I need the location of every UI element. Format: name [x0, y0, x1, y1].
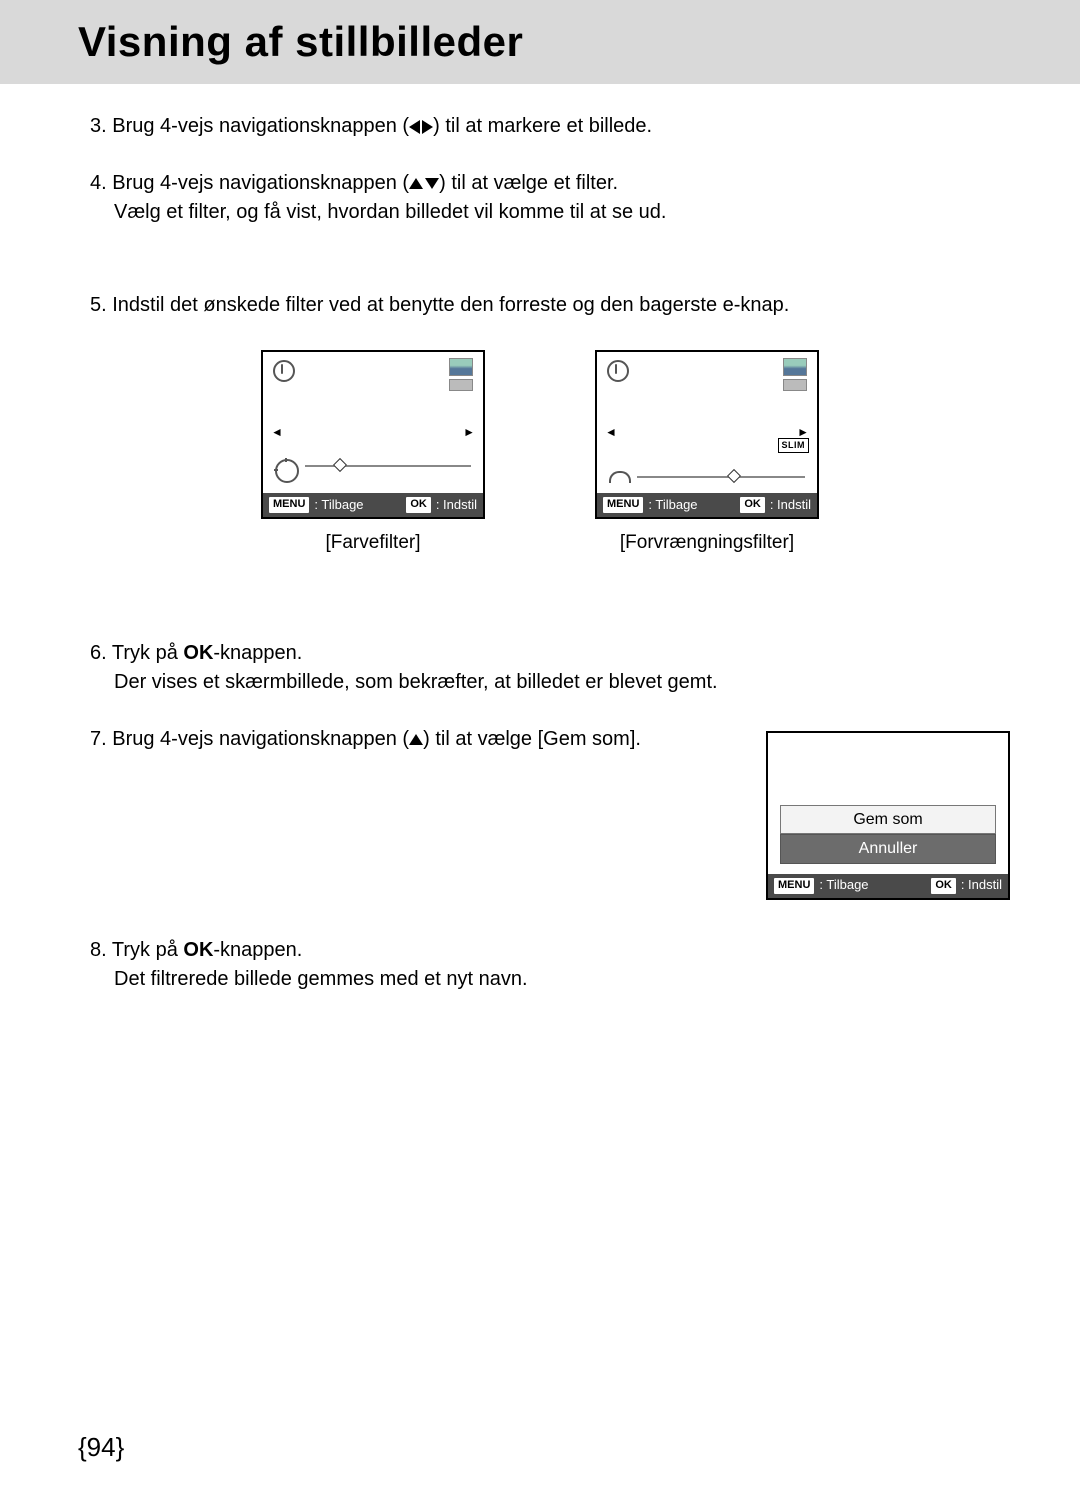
- page-body: 3. Brug 4-vejs navigationsknappen ( ) til…: [0, 112, 1080, 994]
- slim-tag: SLIM: [778, 438, 810, 453]
- up-arrow-icon: [409, 734, 423, 745]
- step-number: 6.: [90, 642, 107, 664]
- thumbnail-strip: [783, 379, 807, 391]
- step-text: Brug 4-vejs navigationsknappen ( ) til at…: [112, 728, 641, 750]
- page-number: {94}: [78, 1432, 124, 1463]
- status-bar: MENU : Tilbage OK : Indstil: [263, 493, 483, 517]
- text-frag: -knappen.: [213, 642, 302, 664]
- step-subtext: Det filtrerede billede gemmes med et nyt…: [114, 965, 990, 994]
- text-frag: Brug 4-vejs navigationsknappen (: [112, 115, 409, 137]
- menu-pill: MENU: [774, 878, 814, 894]
- text-frag: ) til at vælge [Gem som].: [423, 728, 641, 750]
- dial-row: [275, 459, 471, 483]
- step-subtext: Vælg et filter, og få vist, hvordan bill…: [114, 198, 990, 227]
- text-frag: Brug 4-vejs navigationsknappen (: [112, 172, 409, 194]
- text-frag: ) til at vælge et filter.: [439, 172, 618, 194]
- slider-knob: [727, 469, 741, 483]
- ok-pill: OK: [406, 497, 431, 513]
- screen-example-left: ◄ ► MENU : Tilbage OK : Indstil [Farvefi…: [261, 350, 485, 557]
- right-arrow-icon: [422, 120, 433, 134]
- save-screen-block: Gem som Annuller MENU : Tilbage OK : Ind…: [766, 731, 990, 900]
- thumbnail-strip: [449, 379, 473, 391]
- step-text: Brug 4-vejs navigationsknappen ( ) til at…: [112, 115, 652, 137]
- menu-pill: MENU: [269, 497, 309, 513]
- screen-example-right: ◄ ► SLIM MENU : Tilbage OK : Indstil [Fo…: [595, 350, 819, 557]
- step-7: 7. Brug 4-vejs navigationsknappen ( ) til…: [90, 725, 746, 754]
- screen-caption: [Farvefilter]: [261, 529, 485, 557]
- rear-dial-icon: [609, 471, 631, 483]
- slider-track-top: [305, 465, 471, 467]
- slider-knob: [333, 458, 347, 472]
- screen-caption: [Forvrængningsfilter]: [595, 529, 819, 557]
- lens-icon: [607, 360, 629, 382]
- step-number: 5.: [90, 294, 107, 316]
- text-frag: Tryk på: [112, 939, 184, 961]
- lens-icon: [273, 360, 295, 382]
- ok-pill: OK: [931, 878, 956, 894]
- thumbnail-preview: [449, 358, 473, 376]
- front-dial-icon: [275, 459, 299, 483]
- nav-left-icon: ◄: [271, 424, 283, 441]
- thumbnail-preview: [783, 358, 807, 376]
- lcd-screen-save: Gem som Annuller MENU : Tilbage OK : Ind…: [766, 731, 1010, 900]
- menu-label: : Tilbage: [314, 496, 363, 515]
- step-text: Tryk på OK-knappen.: [112, 642, 302, 664]
- step-3: 3. Brug 4-vejs navigationsknappen ( ) til…: [90, 112, 990, 141]
- ok-pill: OK: [740, 497, 765, 513]
- menu-label: : Tilbage: [819, 876, 868, 895]
- text-frag: Tryk på: [112, 642, 184, 664]
- step-number: 8.: [90, 939, 107, 961]
- thumbnails: [449, 358, 473, 391]
- up-arrow-icon: [409, 178, 423, 189]
- cancel-option: Annuller: [780, 834, 996, 863]
- step-4: 4. Brug 4-vejs navigationsknappen ( ) til…: [90, 169, 990, 227]
- thumbnails: [783, 358, 807, 391]
- ok-label: : Indstil: [770, 496, 811, 515]
- step-number: 3.: [90, 115, 107, 137]
- save-options: Gem som Annuller: [780, 805, 996, 863]
- menu-pill: MENU: [603, 497, 643, 513]
- ok-bold: OK: [183, 939, 213, 961]
- step-text: Brug 4-vejs navigationsknappen ( ) til at…: [112, 172, 618, 194]
- step-text: Indstil det ønskede filter ved at benytt…: [112, 294, 789, 316]
- down-arrow-icon: [425, 178, 439, 189]
- ok-bold: OK: [183, 642, 213, 664]
- page-header: Visning af stillbilleder: [0, 0, 1080, 84]
- text-frag: Brug 4-vejs navigationsknappen (: [112, 728, 409, 750]
- step-7-row: 7. Brug 4-vejs navigationsknappen ( ) til…: [90, 725, 990, 900]
- step-text: Tryk på OK-knappen.: [112, 939, 302, 961]
- step-subtext: Der vises et skærmbillede, som bekræfter…: [114, 668, 990, 697]
- dial-row: [609, 471, 805, 483]
- step-5: 5. Indstil det ønskede filter ved at ben…: [90, 291, 990, 320]
- page-title: Visning af stillbilleder: [78, 18, 1080, 66]
- save-as-option: Gem som: [780, 805, 996, 834]
- ok-label: : Indstil: [436, 496, 477, 515]
- step-6: 6. Tryk på OK-knappen. Der vises et skær…: [90, 639, 990, 697]
- ok-label: : Indstil: [961, 876, 1002, 895]
- text-frag: -knappen.: [213, 939, 302, 961]
- slider-track: [637, 476, 805, 478]
- status-bar: MENU : Tilbage OK : Indstil: [768, 874, 1008, 898]
- step-number: 7.: [90, 728, 107, 750]
- text-frag: ) til at markere et billede.: [433, 115, 652, 137]
- lcd-screen-distortion-filter: ◄ ► SLIM MENU : Tilbage OK : Indstil: [595, 350, 819, 519]
- step-number: 4.: [90, 172, 107, 194]
- menu-label: : Tilbage: [648, 496, 697, 515]
- nav-right-icon: ►: [463, 424, 475, 441]
- status-bar: MENU : Tilbage OK : Indstil: [597, 493, 817, 517]
- lcd-screen-color-filter: ◄ ► MENU : Tilbage OK : Indstil: [261, 350, 485, 519]
- left-arrow-icon: [409, 120, 420, 134]
- step-8: 8. Tryk på OK-knappen. Det filtrerede bi…: [90, 936, 990, 994]
- screen-examples: ◄ ► MENU : Tilbage OK : Indstil [Farvefi…: [90, 350, 990, 557]
- nav-left-icon: ◄: [605, 424, 617, 441]
